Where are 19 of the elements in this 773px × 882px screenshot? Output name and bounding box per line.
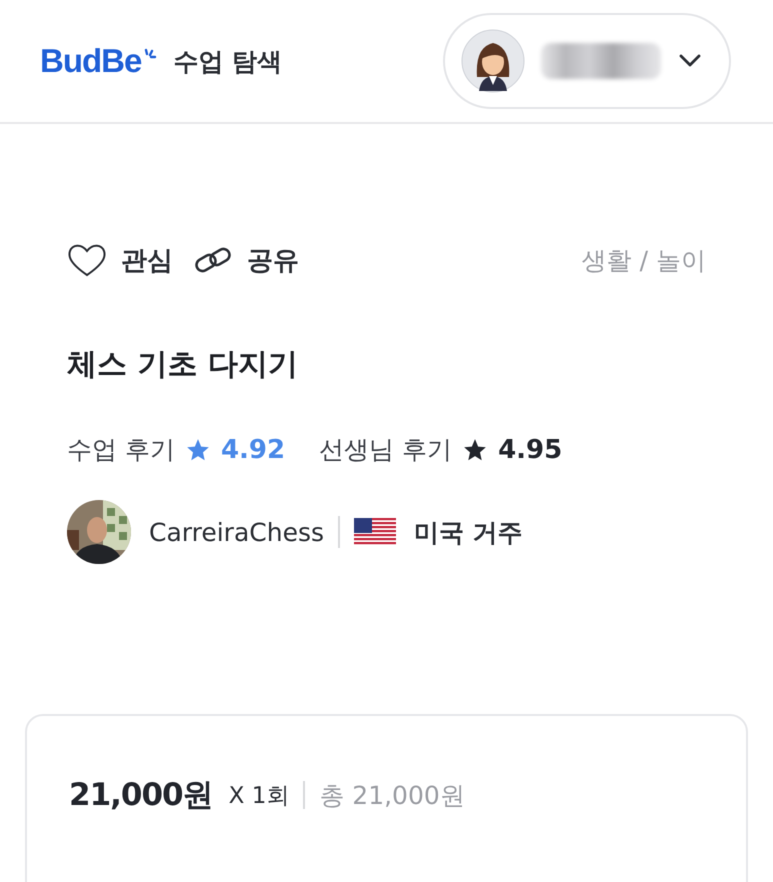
rating-label: 선생님 후기 bbox=[319, 434, 452, 466]
quantity: X 1회 bbox=[228, 782, 290, 810]
share-button[interactable]: 공유 bbox=[193, 242, 299, 278]
class-title: 체스 기초 다지기 bbox=[67, 346, 299, 384]
chevron-down-icon bbox=[679, 54, 701, 68]
total-price: 총 21,000원 bbox=[319, 780, 465, 812]
rating-value: 4.92 bbox=[220, 434, 286, 464]
flag-icon bbox=[354, 518, 396, 546]
avatar-icon bbox=[461, 29, 525, 93]
logo[interactable]: BudBe bbox=[40, 42, 142, 80]
unit-price: 21,000원 bbox=[69, 776, 213, 815]
teacher-name[interactable]: CarreiraChess bbox=[149, 518, 324, 546]
category-label: 생활 / 놀이 bbox=[582, 244, 706, 276]
heart-icon bbox=[67, 242, 107, 278]
teacher-location: 미국 거주 bbox=[414, 516, 523, 548]
rating-label: 수업 후기 bbox=[67, 434, 175, 466]
rating-value: 4.95 bbox=[498, 434, 562, 464]
nav-link[interactable]: 수업 탐색 bbox=[173, 44, 282, 78]
like-button[interactable]: 관심 bbox=[67, 242, 173, 278]
